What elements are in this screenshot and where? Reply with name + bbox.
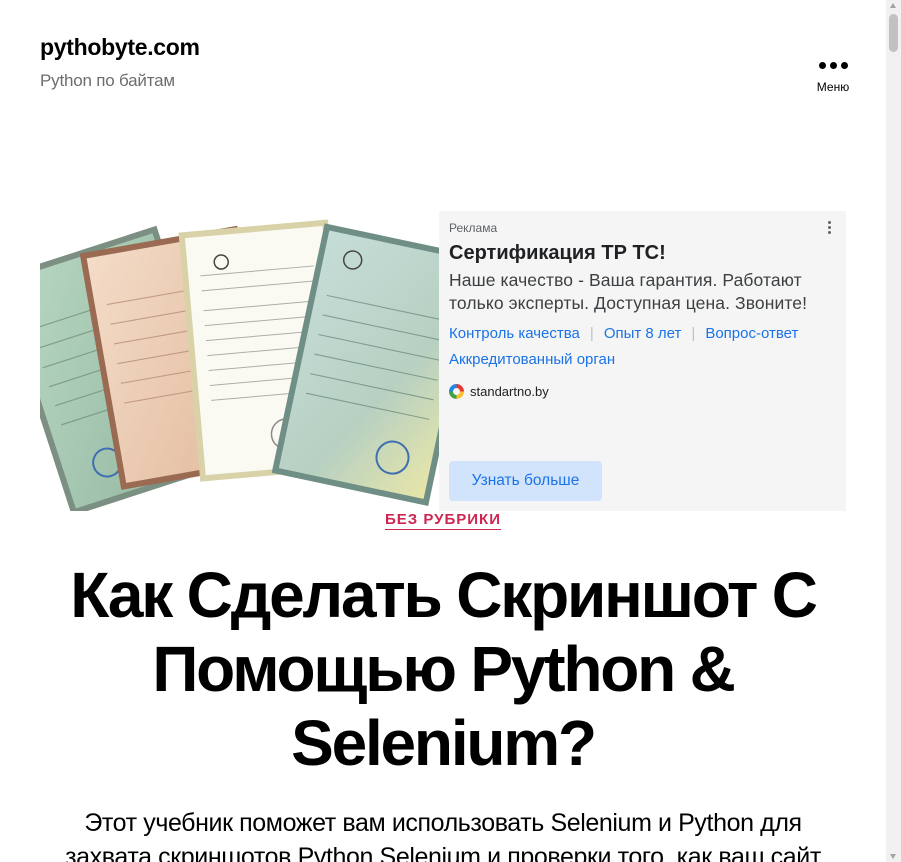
site-favicon-icon	[449, 384, 464, 399]
ad-label: Реклама	[449, 221, 498, 235]
ad-link-experience[interactable]: Опыт 8 лет	[604, 325, 682, 342]
menu-label: Меню	[816, 80, 850, 94]
menu-button[interactable]: Меню	[808, 56, 858, 94]
ad-link-faq[interactable]: Вопрос-ответ	[705, 325, 798, 342]
site-title-link[interactable]: pythobyte.com	[40, 34, 200, 61]
post-intro: Этот учебник поможет вам использовать Se…	[65, 809, 821, 862]
ad-options-icon[interactable]	[828, 221, 832, 234]
ad-domain[interactable]: standartno.by	[449, 384, 836, 399]
more-dots-icon	[808, 56, 858, 74]
ad-domain-text: standartno.by	[470, 384, 549, 399]
ad-sitelinks: Контроль качества | Опыт 8 лет | Вопрос-отве…	[449, 321, 836, 373]
category-link[interactable]: БЕЗ РУБРИКИ	[385, 511, 501, 530]
scroll-down-arrow-icon[interactable]	[890, 854, 896, 859]
post-title: Как Сделать Скриншот С Помощью Python & …	[70, 559, 818, 779]
ad-description[interactable]: Наше качество - Ваша гарантия. Работают …	[449, 269, 836, 315]
link-separator: |	[589, 325, 594, 342]
advertisement-block[interactable]: Реклама Сертификация ТР ТС! Наше качеств…	[40, 211, 846, 511]
post-category: БЕЗ РУБРИКИ	[0, 511, 886, 530]
ad-link-accredited[interactable]: Аккредитованный орган	[449, 351, 615, 368]
ad-title[interactable]: Сертификация ТР ТС!	[449, 242, 836, 265]
ad-certificates-image[interactable]	[40, 211, 439, 511]
scroll-up-arrow-icon[interactable]	[890, 3, 896, 8]
vertical-scrollbar[interactable]	[886, 0, 901, 862]
ad-learn-more-button[interactable]: Узнать больше	[449, 461, 602, 501]
certificates-illustration	[40, 219, 439, 511]
scrollbar-thumb[interactable]	[889, 14, 898, 52]
ad-content: Реклама Сертификация ТР ТС! Наше качеств…	[439, 211, 846, 511]
site-header: pythobyte.com Python по байтам	[40, 34, 200, 91]
ad-link-quality[interactable]: Контроль качества	[449, 325, 580, 342]
site-description: Python по байтам	[40, 71, 175, 90]
link-separator: |	[691, 325, 696, 342]
